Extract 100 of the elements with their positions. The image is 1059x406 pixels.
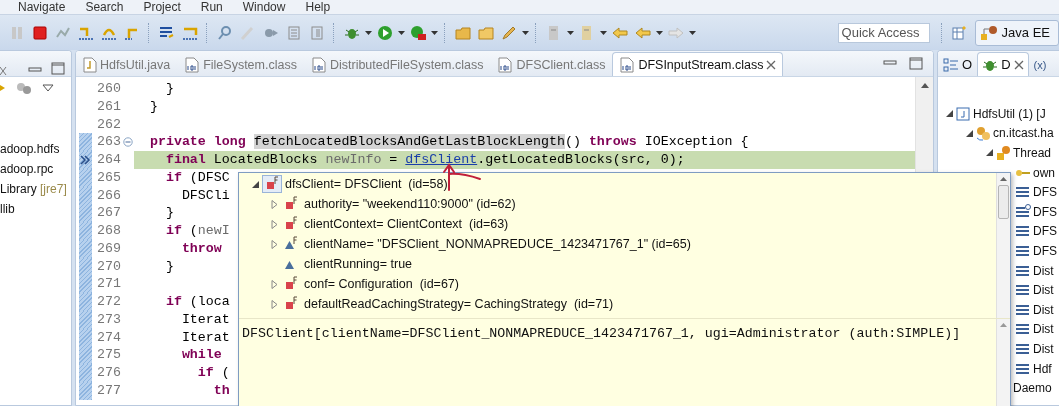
class-file-icon <box>619 56 636 73</box>
menu-item[interactable]: Search <box>85 0 124 14</box>
tree-item[interactable]: Dist <box>1033 302 1054 317</box>
tree-item[interactable]: Daemo <box>1013 381 1052 396</box>
scrollbar-thumb[interactable] <box>998 185 1009 219</box>
close-icon[interactable] <box>0 66 8 76</box>
code-line: private long fetchLocatedBlocksAndGetLastBlockLength() throws IOException { <box>148 133 749 151</box>
tree-item[interactable]: HdfsUtil (1) [J <box>973 106 1046 121</box>
maximize-icon[interactable] <box>51 62 65 76</box>
dropdown-icon[interactable] <box>688 30 696 35</box>
view-tab[interactable]: O <box>938 52 978 76</box>
open-perspective-icon[interactable] <box>951 24 968 41</box>
expand-icon[interactable] <box>270 219 278 229</box>
code-line: if (loca <box>164 293 230 311</box>
paragraph-icon[interactable] <box>308 24 325 41</box>
tree-item[interactable]: DFS <box>1033 185 1057 200</box>
tree-item[interactable]: cn.itcast.ha <box>993 126 1054 141</box>
variable-label[interactable]: clientRunning= true <box>304 257 413 271</box>
expand-icon[interactable] <box>270 299 278 309</box>
line-number: 270 <box>96 257 121 276</box>
tree-item[interactable]: own <box>1033 165 1055 180</box>
external-tools-icon[interactable] <box>409 24 426 41</box>
scrollbar[interactable] <box>996 173 1010 318</box>
folder-icon[interactable] <box>477 24 494 41</box>
dropdown-icon[interactable] <box>566 30 574 35</box>
dropdown-icon[interactable] <box>521 30 529 35</box>
tree-item[interactable]: DFS <box>1033 224 1057 239</box>
dropdown-icon[interactable] <box>430 30 438 35</box>
editor-tab[interactable]: DFSInputStream.class <box>612 52 784 76</box>
thread-icon <box>995 145 1011 161</box>
class-file-icon <box>497 56 514 73</box>
perspective-button[interactable]: Java EE <box>974 19 1059 46</box>
editor-tab[interactable]: HdfsUtil.java <box>76 52 178 76</box>
tree-item[interactable]: Dist <box>1033 263 1054 278</box>
code-line: } <box>148 97 158 116</box>
line-number: 272 <box>96 293 121 311</box>
scrollbar[interactable] <box>996 319 1010 406</box>
menu-item[interactable]: Project <box>143 0 181 14</box>
variable-label[interactable]: defaultReadCachingStrategy= CachingStrategy (id=71) <box>304 297 614 311</box>
code-link[interactable]: dfsClient <box>405 152 478 167</box>
tree-item[interactable]: Hdf <box>1033 361 1052 376</box>
view-tab[interactable]: (x) <box>1028 52 1052 76</box>
line-number: 266 <box>96 186 121 205</box>
line-number: 260 <box>96 80 121 98</box>
variable-label[interactable]: conf= Configuration (id=67) <box>304 277 459 291</box>
tree-item[interactable]: Dist <box>1033 283 1054 298</box>
line-number: 275 <box>96 346 121 364</box>
maximize-icon[interactable] <box>909 56 923 71</box>
menu-item[interactable]: Navigate <box>18 0 66 14</box>
collapse-icon[interactable] <box>965 129 973 137</box>
code-line: if (newI <box>164 222 230 240</box>
tree-item[interactable]: Library [jre7] <box>0 179 71 199</box>
editor-tab[interactable]: DistributedFileSystem.class <box>303 52 491 76</box>
collapse-icon[interactable] <box>945 110 953 118</box>
expand-icon[interactable] <box>270 279 278 289</box>
tree-item[interactable]: DFS <box>1033 243 1057 258</box>
code-line: DFSCli <box>180 186 230 205</box>
tree-item[interactable]: Dist <box>1033 341 1054 356</box>
variable-label[interactable]: authority= "weekend110:9000" (id=62) <box>304 197 516 211</box>
tree-item[interactable]: Dist <box>1033 322 1054 337</box>
menu-item[interactable]: Help <box>305 0 331 14</box>
dropdown-icon[interactable] <box>599 30 607 35</box>
folder-icon[interactable] <box>454 24 471 41</box>
tree-item[interactable]: adoop.rpc <box>0 159 71 179</box>
variable-label[interactable]: clientContext= ClientContext (id=63) <box>304 217 509 231</box>
line-number: 263 <box>96 133 121 151</box>
menu-item[interactable]: Run <box>200 0 223 14</box>
code-line: if ( <box>196 364 230 382</box>
variable-label[interactable]: clientName= "DFSClient_NONMAPREDUCE_1423471767_1" (id=65) <box>304 237 691 251</box>
dropdown-icon[interactable] <box>364 30 372 35</box>
tree-item[interactable]: Thread <box>1013 146 1052 160</box>
code-line: } <box>164 204 174 222</box>
dropdown-icon[interactable] <box>655 30 663 35</box>
collapse-icon[interactable] <box>985 149 993 157</box>
variable-label[interactable]: dfsClient= DFSClient (id=58) <box>285 177 448 191</box>
line-number: 264 <box>96 151 121 169</box>
editor-tab[interactable]: FileSystem.class <box>177 52 304 76</box>
quick-access-field[interactable]: Quick Access <box>837 22 930 43</box>
close-icon[interactable] <box>1013 59 1024 70</box>
tree-item[interactable]: DFS <box>1033 204 1057 219</box>
class-file-icon <box>184 56 201 73</box>
scroll-up-icon[interactable] <box>920 83 929 88</box>
code-line: throw <box>180 239 222 258</box>
drop-to-frame-icon[interactable] <box>158 24 175 41</box>
scroll-up-icon[interactable] <box>1000 177 1007 181</box>
view-tab[interactable]: D <box>977 52 1029 76</box>
code-line: Iterat <box>180 328 230 347</box>
list-icon[interactable] <box>285 24 302 41</box>
expand-icon[interactable] <box>270 199 278 209</box>
stop-icon[interactable] <box>31 24 48 41</box>
expand-icon[interactable] <box>270 239 278 249</box>
close-icon[interactable] <box>766 59 777 70</box>
tree-item[interactable]: adoop.hdfs <box>0 139 71 159</box>
editor-tab[interactable]: DFSClient.class <box>490 52 613 76</box>
dropdown-icon[interactable] <box>397 30 405 35</box>
tree-item[interactable]: llib <box>0 199 71 219</box>
collapse-icon[interactable] <box>251 180 259 188</box>
gears-icon[interactable] <box>16 80 32 96</box>
menu-item[interactable]: Window <box>242 0 286 14</box>
view-menu-icon[interactable] <box>42 84 54 92</box>
